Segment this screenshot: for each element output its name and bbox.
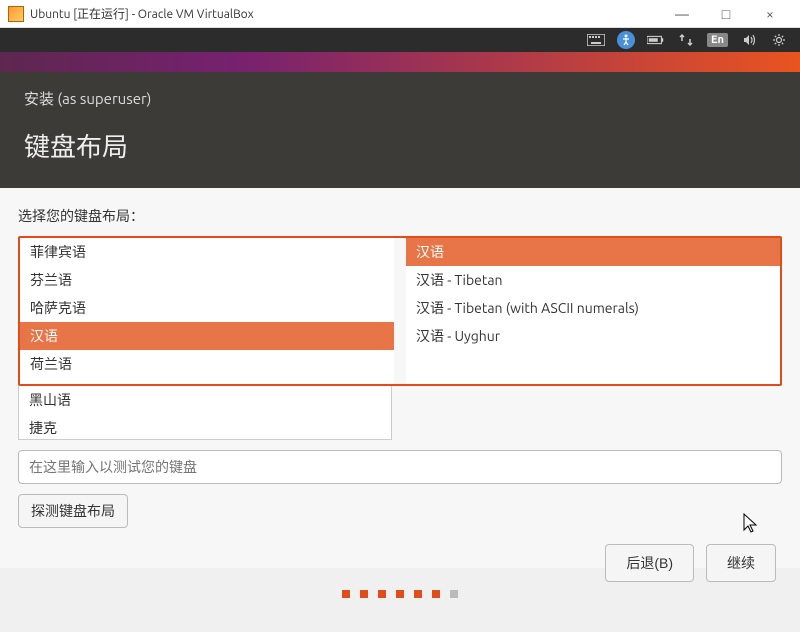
ubuntu-topbar: En	[0, 28, 800, 52]
page-title: 键盘布局	[24, 127, 776, 164]
battery-icon[interactable]	[647, 31, 665, 49]
list-item[interactable]: 芬兰语	[20, 266, 394, 294]
progress-dot	[450, 590, 458, 598]
list-item[interactable]: 荷兰语	[20, 350, 394, 378]
progress-dot	[414, 590, 422, 598]
progress-dot	[342, 590, 350, 598]
progress-dot	[360, 590, 368, 598]
vbox-window-title: Ubuntu [正在运行] - Oracle VM VirtualBox	[30, 5, 660, 22]
list-item[interactable]: 菲律宾语	[20, 238, 394, 266]
close-button[interactable]: ×	[748, 0, 792, 28]
variant-list[interactable]: 汉语汉语 - Tibetan汉语 - Tibetan (with ASCII n…	[406, 238, 780, 384]
maximize-button[interactable]: □	[704, 0, 748, 28]
vbox-window-controls: — □ ×	[660, 0, 792, 28]
keyboard-test-input[interactable]	[18, 450, 782, 484]
list-item[interactable]: 汉语 - Tibetan	[406, 266, 780, 294]
network-icon[interactable]	[677, 31, 695, 49]
minimize-button[interactable]: —	[660, 0, 704, 28]
progress-dot	[378, 590, 386, 598]
layout-list-overflow[interactable]: 黑山语捷克	[18, 386, 392, 440]
list-item[interactable]: 黑山语	[19, 386, 391, 414]
keyboard-icon[interactable]	[587, 31, 605, 49]
list-item[interactable]: 捷克	[19, 414, 391, 440]
ubuntu-gradient-bar	[0, 52, 800, 72]
list-item[interactable]: 汉语	[406, 238, 780, 266]
vbox-titlebar: Ubuntu [正在运行] - Oracle VM VirtualBox — □…	[0, 0, 800, 28]
installer-window-title: 安装 (as superuser)	[24, 88, 776, 109]
back-button[interactable]: 后退(B)	[605, 544, 694, 582]
settings-icon[interactable]	[770, 31, 788, 49]
accessibility-icon[interactable]	[617, 31, 635, 49]
list-item[interactable]: 哈萨克语	[20, 294, 394, 322]
list-item[interactable]: 汉语 - Tibetan (with ASCII numerals)	[406, 294, 780, 322]
progress-dot	[396, 590, 404, 598]
continue-button[interactable]: 继续	[706, 544, 776, 582]
layout-list[interactable]: 菲律宾语芬兰语哈萨克语汉语荷兰语	[20, 238, 394, 384]
list-item[interactable]: 汉语 - Uyghur	[406, 322, 780, 350]
vbox-app-icon	[8, 6, 24, 22]
progress-dot	[432, 590, 440, 598]
installer-header: 安装 (as superuser) 键盘布局	[0, 72, 800, 188]
keyboard-prompt: 选择您的键盘布局：	[18, 206, 782, 226]
sound-icon[interactable]	[740, 31, 758, 49]
input-method-badge[interactable]: En	[707, 33, 728, 47]
list-item[interactable]: 汉语	[20, 322, 394, 350]
detect-keyboard-button[interactable]: 探测键盘布局	[18, 494, 128, 528]
keyboard-lists: 菲律宾语芬兰语哈萨克语汉语荷兰语 汉语汉语 - Tibetan汉语 - Tibe…	[18, 236, 782, 386]
installer-content: 选择您的键盘布局： 菲律宾语芬兰语哈萨克语汉语荷兰语 汉语汉语 - Tibeta…	[0, 188, 800, 568]
